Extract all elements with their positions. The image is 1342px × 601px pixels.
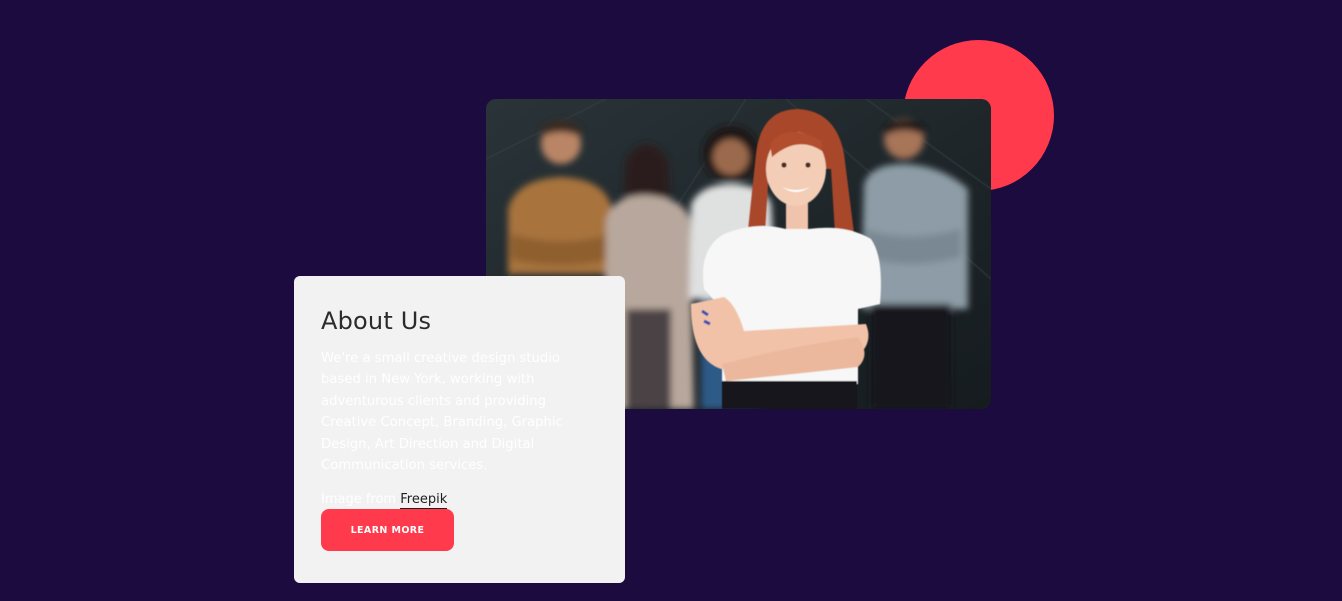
about-title: About Us	[321, 307, 432, 335]
about-card: About Us We're a small creative design s…	[294, 276, 625, 583]
freepik-link[interactable]: Freepik	[400, 492, 448, 510]
about-section: About Us We're a small creative design s…	[0, 0, 1342, 601]
credit-prefix: Image from	[321, 492, 397, 508]
about-description: We're a small creative design studio bas…	[321, 351, 563, 474]
image-credit: Image from Freepik	[321, 490, 598, 510]
learn-more-button[interactable]: LEARN MORE	[321, 509, 454, 551]
